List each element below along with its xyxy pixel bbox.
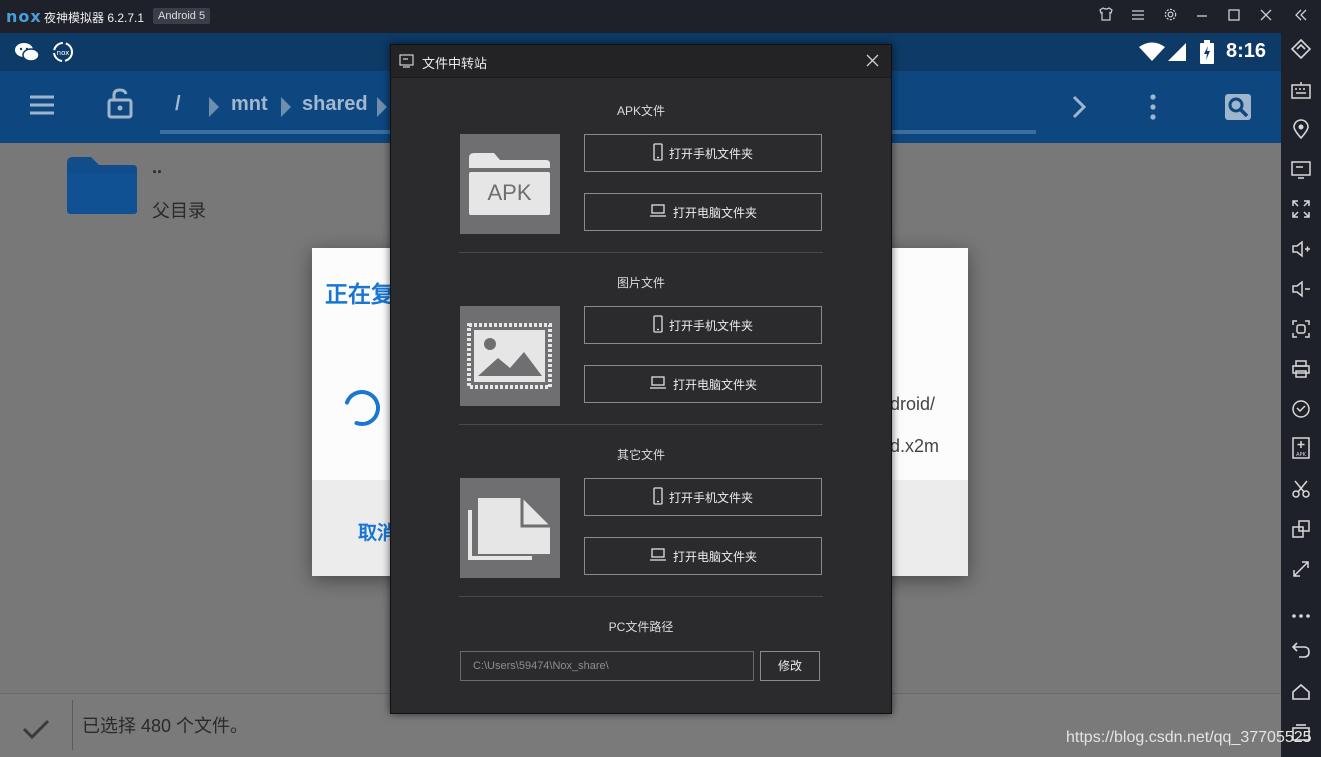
app-title: 夜神模拟器 6.2.7.1 [44,11,145,25]
chevron-right-icon[interactable] [1072,95,1087,124]
laptop-icon [649,548,667,564]
sync-icon[interactable] [1281,393,1321,433]
open-pc-folder-other-button[interactable]: 打开电脑文件夹 [584,537,822,575]
maximize-icon[interactable] [1223,6,1245,28]
phone-icon [653,486,663,508]
apk-install-icon[interactable]: APK [1281,433,1321,473]
laptop-icon [649,376,667,392]
multi-window-icon[interactable] [1281,513,1321,553]
search-icon[interactable] [1224,93,1252,126]
button-label: 打开电脑文件夹 [672,377,757,392]
svg-text:APK: APK [1296,452,1306,458]
open-phone-folder-apk-button[interactable]: 打开手机文件夹 [584,134,822,172]
button-label: 打开电脑文件夹 [672,205,757,220]
close-icon[interactable] [866,54,879,72]
emulator-titlebar: nox 夜神模拟器 6.2.7.1 Android 5 [0,0,1321,33]
dialog-title: 正在复 [325,281,394,307]
wechat-icon [14,41,40,68]
pc-path-title: PC文件路径 [608,620,674,634]
image-section-title: 图片文件 [616,276,665,290]
fullscreen-icon[interactable] [1281,193,1321,233]
more-icon[interactable] [1281,593,1321,633]
breadcrumb-mnt[interactable]: mnt [231,93,268,116]
apk-label: APK [487,180,532,205]
open-pc-folder-image-button[interactable]: 打开电脑文件夹 [584,365,822,403]
signal-icon [1167,42,1187,67]
other-section-title: 其它文件 [616,448,665,462]
more-vertical-icon[interactable] [1148,93,1158,126]
section-divider [459,252,823,253]
dialog-path-line-1: droid/ [890,394,936,414]
open-phone-folder-image-button[interactable]: 打开手机文件夹 [584,306,822,344]
apk-folder-thumbnail: APK [460,134,560,234]
scissors-icon[interactable] [1281,473,1321,513]
edit-path-button[interactable]: 修改 [760,651,820,681]
checkmark-icon[interactable] [22,718,50,745]
apk-section-title: APK文件 [616,104,665,118]
laptop-icon [649,204,667,220]
phone-icon [653,314,663,336]
hamburger-menu-icon[interactable] [28,93,56,122]
button-label: 打开电脑文件夹 [672,549,757,564]
phone-icon [653,142,663,164]
home-icon[interactable] [1281,675,1321,715]
rotate-icon[interactable] [1281,33,1321,73]
open-pc-folder-apk-button[interactable]: 打开电脑文件夹 [584,193,822,231]
emulator-toolbar: APK [1281,33,1321,757]
nox-logo: nox [6,7,42,26]
documents-thumbnail [460,478,560,578]
selection-count: 已选择 480 个文件。 [82,716,249,736]
file-name: .. [152,157,163,177]
dialog-path-line-2: d.x2m [890,436,940,456]
close-icon[interactable] [1255,6,1277,28]
gear-icon[interactable] [1159,6,1181,28]
open-phone-folder-other-button[interactable]: 打开手机文件夹 [584,478,822,516]
file-label: 父目录 [152,201,206,221]
section-divider [459,596,823,597]
minimize-icon[interactable] [1191,6,1213,28]
folder-icon [65,155,139,220]
chevron-right-icon [376,96,388,123]
divider [72,700,73,750]
volume-down-icon[interactable] [1281,273,1321,313]
printer-icon[interactable] [1281,353,1321,393]
button-label: 打开手机文件夹 [668,490,753,505]
breadcrumb-root[interactable]: / [175,93,181,116]
file-transfer-dialog: 文件中转站 APK文件 APK 打开手机文件夹 打开电脑文件夹 图片文件 打开手… [390,44,892,714]
location-icon[interactable] [1281,113,1321,153]
screen-icon[interactable] [1281,153,1321,193]
battery-charging-icon [1200,40,1214,69]
chevron-right-icon [208,96,220,123]
collapse-icon[interactable] [1290,6,1312,28]
shirt-icon[interactable] [1095,6,1117,28]
dialog-title: 文件中转站 [422,56,488,71]
dialog-header: 文件中转站 [391,45,891,78]
clock: 8:16 [1226,40,1267,62]
button-label: 打开手机文件夹 [668,146,753,161]
breadcrumb-shared[interactable]: shared [302,93,368,116]
spinner-icon [340,386,384,435]
section-divider [459,424,823,425]
watermark: https://blog.csdn.net/qq_37705525 [1066,729,1312,746]
image-thumbnail [460,306,560,406]
menu-icon[interactable] [1127,6,1149,28]
resize-icon[interactable] [1281,553,1321,593]
monitor-icon [399,54,414,73]
button-label: 打开手机文件夹 [668,318,753,333]
wifi-icon [1138,42,1166,67]
chevron-right-icon [280,96,292,123]
lock-icon[interactable] [106,87,134,124]
volume-up-icon[interactable] [1281,233,1321,273]
nox-assistant-icon: nox [51,40,75,69]
screenshot-icon[interactable] [1281,313,1321,353]
back-icon[interactable] [1281,633,1321,673]
pc-path-input[interactable]: C:\Users\59474\Nox_share\ [460,651,754,681]
svg-text:nox: nox [57,49,70,57]
keyboard-icon[interactable] [1281,73,1321,113]
android-version-badge: Android 5 [153,8,211,24]
